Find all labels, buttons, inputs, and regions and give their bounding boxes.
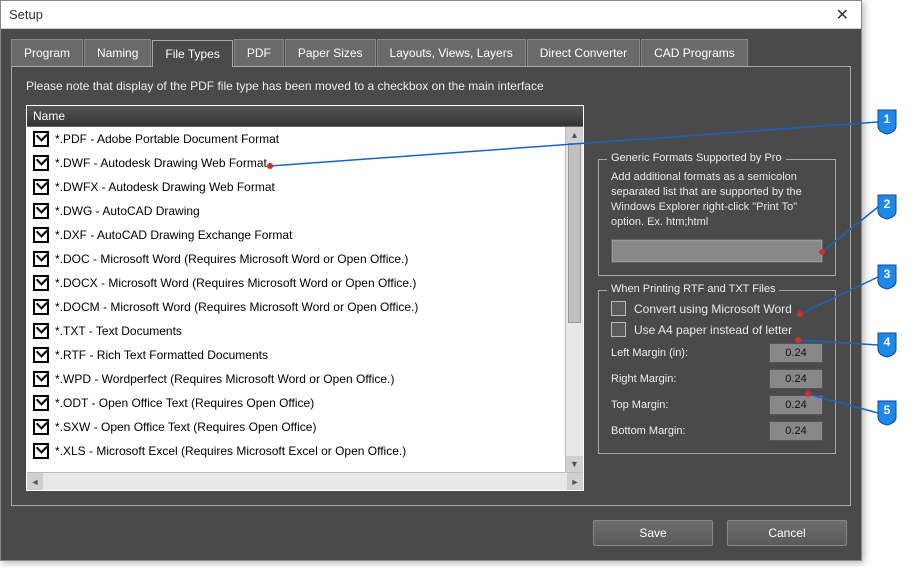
list-item-label: *.DXF - AutoCAD Drawing Exchange Format [55,228,292,242]
list-item[interactable]: *.DOC - Microsoft Word (Requires Microso… [27,247,565,271]
use-a4-label: Use A4 paper instead of letter [634,323,792,337]
convert-word-label: Convert using Microsoft Word [634,302,792,316]
checkbox-icon[interactable] [33,275,49,291]
scroll-left-icon[interactable]: ◄ [27,473,43,490]
callout-4: 4 [876,331,898,359]
left-margin-label: Left Margin (in): [611,347,688,359]
list-item-label: *.WPD - Wordperfect (Requires Microsoft … [55,372,394,386]
list-item-label: *.ODT - Open Office Text (Requires Open … [55,396,314,410]
close-icon[interactable]: ✕ [832,5,853,25]
list-item[interactable]: *.RTF - Rich Text Formatted Documents [27,343,565,367]
generic-formats-group: Generic Formats Supported by Pro Add add… [598,159,836,276]
setup-window: Setup ✕ Program Naming File Types PDF Pa… [0,0,862,561]
checkbox-icon[interactable] [33,251,49,267]
tab-paper-sizes[interactable]: Paper Sizes [285,39,376,66]
tab-layouts[interactable]: Layouts, Views, Layers [377,39,526,66]
list-item-label: *.DOCM - Microsoft Word (Requires Micros… [55,300,418,314]
list-item-label: *.PDF - Adobe Portable Document Format [55,132,279,146]
rtf-txt-legend: When Printing RTF and TXT Files [607,283,779,295]
left-margin-input[interactable]: 0.24 [769,343,823,363]
checkbox-icon[interactable] [33,131,49,147]
scroll-thumb[interactable] [568,143,581,323]
list-item[interactable]: *.ODT - Open Office Text (Requires Open … [27,391,565,415]
window-title: Setup [9,7,832,22]
filetype-list[interactable]: Name *.PDF - Adobe Portable Document For… [26,105,584,491]
checkbox-icon[interactable] [33,371,49,387]
checkbox-icon[interactable] [33,203,49,219]
callout-2: 2 [876,193,898,221]
scroll-right-icon[interactable]: ► [567,473,583,490]
list-item[interactable]: *.TXT - Text Documents [27,319,565,343]
horizontal-scrollbar[interactable]: ◄ ► [27,472,583,490]
tab-program[interactable]: Program [11,39,83,66]
top-margin-input[interactable]: 0.24 [769,395,823,415]
list-item[interactable]: *.DWFX - Autodesk Drawing Web Format [27,175,565,199]
rtf-txt-group: When Printing RTF and TXT Files Convert … [598,290,836,454]
list-item-label: *.XLS - Microsoft Excel (Requires Micros… [55,444,406,458]
checkbox-icon[interactable] [33,443,49,459]
bottom-margin-label: Bottom Margin: [611,425,686,437]
tab-pdf[interactable]: PDF [234,39,284,66]
checkbox-icon[interactable] [33,395,49,411]
cancel-button[interactable]: Cancel [727,520,847,546]
checkbox-icon[interactable] [33,323,49,339]
checkbox-icon[interactable] [33,227,49,243]
use-a4-checkbox[interactable] [611,322,626,337]
checkbox-icon[interactable] [33,347,49,363]
scroll-up-icon[interactable]: ▲ [566,127,583,143]
generic-formats-desc: Add additional formats as a semicolon se… [611,170,823,229]
scroll-down-icon[interactable]: ▼ [566,456,583,472]
list-item[interactable]: *.DOCX - Microsoft Word (Requires Micros… [27,271,565,295]
generic-formats-legend: Generic Formats Supported by Pro [607,152,786,164]
checkbox-icon[interactable] [33,299,49,315]
vertical-scrollbar[interactable]: ▲ ▼ [565,127,583,472]
checkbox-icon[interactable] [33,419,49,435]
list-item[interactable]: *.DWF - Autodesk Drawing Web Format [27,151,565,175]
top-margin-label: Top Margin: [611,399,668,411]
list-item-label: *.SXW - Open Office Text (Requires Open … [55,420,316,434]
list-item[interactable]: *.DXF - AutoCAD Drawing Exchange Format [27,223,565,247]
right-margin-label: Right Margin: [611,373,676,385]
callout-5: 5 [876,399,898,427]
callout-1: 1 [876,108,898,136]
checkbox-icon[interactable] [33,155,49,171]
list-item-label: *.RTF - Rich Text Formatted Documents [55,348,268,362]
list-item-label: *.DOC - Microsoft Word (Requires Microso… [55,252,408,266]
list-item[interactable]: *.XLS - Microsoft Excel (Requires Micros… [27,439,565,463]
list-item-label: *.DWG - AutoCAD Drawing [55,204,200,218]
list-item-label: *.DWF - Autodesk Drawing Web Format [55,156,267,170]
tab-naming[interactable]: Naming [84,39,151,66]
tab-panel: Please note that display of the PDF file… [11,66,851,506]
generic-formats-input[interactable] [611,239,823,263]
list-item-label: *.DOCX - Microsoft Word (Requires Micros… [55,276,416,290]
list-item[interactable]: *.DOCM - Microsoft Word (Requires Micros… [27,295,565,319]
bottom-margin-input[interactable]: 0.24 [769,421,823,441]
tab-direct-converter[interactable]: Direct Converter [527,39,640,66]
tab-cad-programs[interactable]: CAD Programs [641,39,748,66]
list-item-label: *.TXT - Text Documents [55,324,182,338]
convert-word-checkbox[interactable] [611,301,626,316]
titlebar: Setup ✕ [1,1,861,29]
right-margin-input[interactable]: 0.24 [769,369,823,389]
list-item-label: *.DWFX - Autodesk Drawing Web Format [55,180,275,194]
save-button[interactable]: Save [593,520,713,546]
checkbox-icon[interactable] [33,179,49,195]
list-item[interactable]: *.SXW - Open Office Text (Requires Open … [27,415,565,439]
list-item[interactable]: *.PDF - Adobe Portable Document Format [27,127,565,151]
list-header-name[interactable]: Name [27,106,583,127]
list-item[interactable]: *.DWG - AutoCAD Drawing [27,199,565,223]
tab-file-types[interactable]: File Types [152,40,232,67]
tabs: Program Naming File Types PDF Paper Size… [11,39,851,66]
callout-3: 3 [876,263,898,291]
list-item[interactable]: *.WPD - Wordperfect (Requires Microsoft … [27,367,565,391]
note-text: Please note that display of the PDF file… [26,79,836,93]
